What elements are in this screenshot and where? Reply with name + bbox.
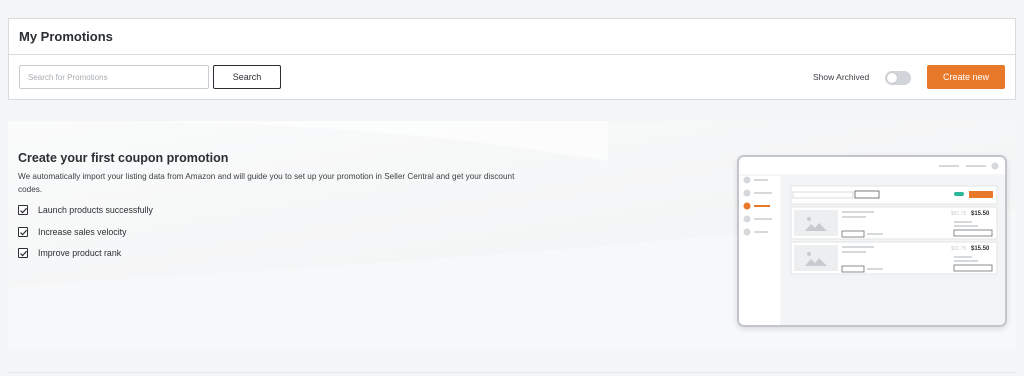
checkbox-checked-icon <box>18 248 28 258</box>
page-title: My Promotions <box>19 29 113 44</box>
app-preview-graphic: $91.75 $15.50 $91.75 $15.50 <box>739 157 1005 325</box>
promo-title: Create your first coupon promotion <box>18 151 229 165</box>
promo-description: We automatically import your listing dat… <box>18 172 515 194</box>
checkbox-checked-icon <box>18 205 28 215</box>
benefit-label: Improve product rank <box>38 248 122 258</box>
promotions-toolbar: Search Show Archived Create new <box>9 55 1015 100</box>
divider <box>8 372 1016 373</box>
empty-state-panel: Create your first coupon promotion We au… <box>8 121 1016 351</box>
search-button[interactable]: Search <box>213 65 281 89</box>
show-archived-toggle[interactable] <box>885 71 911 85</box>
promotions-card: My Promotions Search Show Archived Creat… <box>8 18 1016 100</box>
create-new-button[interactable]: Create new <box>927 65 1005 89</box>
app-preview-illustration: $91.75 $15.50 $91.75 $15.50 <box>737 155 1007 327</box>
old-price: $91.75 <box>951 211 967 217</box>
old-price: $91.75 <box>951 246 967 252</box>
card-header: My Promotions <box>9 19 1015 55</box>
search-input[interactable] <box>19 65 209 89</box>
benefit-item: Increase sales velocity <box>18 227 127 237</box>
checkbox-checked-icon <box>18 227 28 237</box>
benefit-item: Launch products successfully <box>18 205 153 215</box>
benefit-label: Increase sales velocity <box>38 227 127 237</box>
show-archived-label: Show Archived <box>813 72 870 82</box>
new-price: $15.50 <box>971 246 990 252</box>
benefit-item: Improve product rank <box>18 248 121 258</box>
toggle-knob <box>887 73 897 83</box>
new-price: $15.50 <box>971 211 990 217</box>
benefit-label: Launch products successfully <box>38 205 153 215</box>
